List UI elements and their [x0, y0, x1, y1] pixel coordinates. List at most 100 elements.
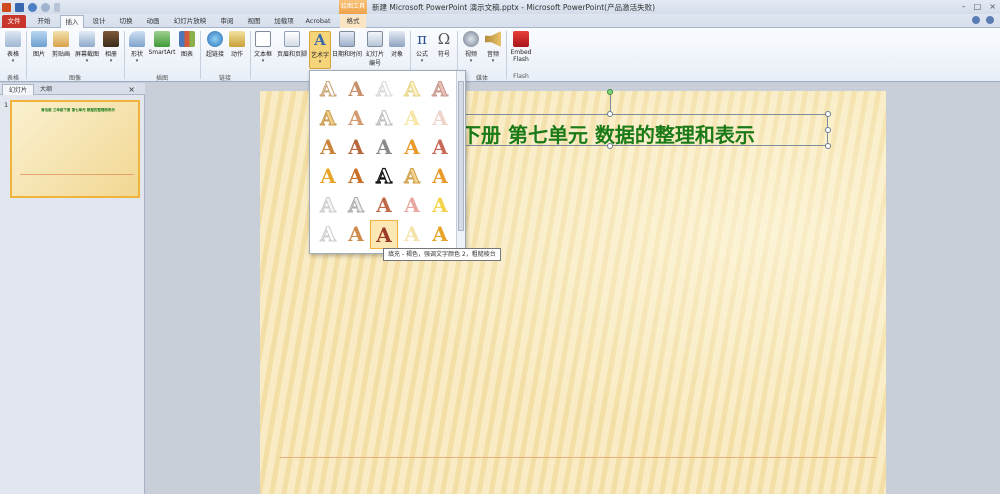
wordart-style-option[interactable]: A	[370, 162, 398, 191]
wordart-style-option[interactable]: A	[426, 220, 454, 249]
table-button[interactable]: 表格 ▾	[4, 31, 22, 64]
slides-panel: 幻灯片 大纲 × 1 青岛版 三年级下册 第七单元 数据的整理和表示	[0, 83, 145, 494]
wordart-style-option[interactable]: A	[370, 75, 398, 104]
slide-thumbnail[interactable]: 青岛版 三年级下册 第七单元 数据的整理和表示	[10, 100, 140, 198]
resize-handle[interactable]	[825, 111, 831, 117]
maximize-icon[interactable]: □	[974, 2, 982, 11]
close-panel-icon[interactable]: ×	[122, 84, 141, 95]
video-button[interactable]: 视频 ▾	[462, 31, 480, 64]
wordart-button[interactable]: A 艺术字 ▾	[309, 31, 331, 69]
embed-flash-button[interactable]: Embed Flash	[508, 31, 534, 63]
wordart-style-option[interactable]: A	[314, 133, 342, 162]
chart-button[interactable]: 图表	[178, 31, 196, 58]
wordart-style-option[interactable]: A	[370, 133, 398, 162]
tab-home[interactable]: 开始	[32, 15, 56, 28]
header-footer-icon	[284, 31, 300, 47]
wordart-style-option[interactable]: A	[314, 75, 342, 104]
tab-slides[interactable]: 幻灯片	[2, 84, 35, 95]
audio-button[interactable]: 音频 ▾	[484, 31, 502, 64]
tab-animations[interactable]: 动画	[142, 15, 164, 28]
wordart-style-option-selected[interactable]: A	[370, 220, 398, 249]
wordart-style-option[interactable]: A	[314, 104, 342, 133]
ribbon-right-controls	[972, 16, 994, 24]
wordart-style-option[interactable]: A	[314, 191, 342, 220]
album-button[interactable]: 相册 ▾	[102, 31, 120, 64]
smartart-button[interactable]: SmartArt	[148, 31, 176, 56]
textbox-icon	[255, 31, 271, 47]
wordart-style-option[interactable]: A	[426, 104, 454, 133]
tab-design[interactable]: 设计	[88, 15, 110, 28]
slide-number-button[interactable]: 幻灯片 编号	[364, 31, 386, 67]
undo-icon[interactable]	[28, 2, 37, 12]
wordart-style-option[interactable]: A	[398, 104, 426, 133]
drawing-tools-context-label: 绘图工具	[339, 0, 367, 14]
wordart-style-option[interactable]: A	[342, 104, 370, 133]
pi-icon: π	[417, 30, 427, 48]
group-label-images: 图像	[68, 75, 81, 82]
powerpoint-icon[interactable]	[2, 2, 11, 12]
wordart-style-option[interactable]: A	[398, 220, 426, 249]
tab-slideshow[interactable]: 幻灯片放映	[170, 15, 210, 28]
object-icon	[389, 31, 405, 47]
resize-handle[interactable]	[825, 127, 831, 133]
header-footer-button[interactable]: 页眉和页脚	[276, 31, 308, 58]
save-icon[interactable]	[15, 2, 24, 12]
wordart-style-option[interactable]: A	[398, 162, 426, 191]
wordart-style-option[interactable]: A	[426, 75, 454, 104]
symbol-button[interactable]: Ω 符号	[435, 31, 453, 58]
help-icon[interactable]	[986, 16, 994, 24]
tab-transitions[interactable]: 切换	[115, 15, 137, 28]
wordart-style-option[interactable]: A	[398, 191, 426, 220]
wordart-style-option[interactable]: A	[426, 133, 454, 162]
wordart-style-option[interactable]: A	[342, 133, 370, 162]
ribbon: 表格 ▾ 图片 剪贴画 屏幕截图 ▾ 相册 ▾ 形状 ▾ SmartArt 图表 超链接…	[0, 28, 1000, 82]
rotation-handle[interactable]	[607, 89, 613, 95]
tab-addins[interactable]: 加载项	[270, 15, 298, 28]
wordart-style-option[interactable]: A	[398, 75, 426, 104]
textbox-button[interactable]: 文本框 ▾	[252, 31, 274, 64]
datetime-button[interactable]: 日期和时间	[332, 31, 362, 58]
customize-qat-icon[interactable]	[54, 2, 60, 12]
close-icon[interactable]: ×	[989, 2, 996, 11]
wordart-style-option[interactable]: A	[370, 104, 398, 133]
window-title: 新建 Microsoft PowerPoint 演示文稿.pptx - Micr…	[372, 3, 656, 12]
screenshot-icon	[79, 31, 95, 47]
wordart-style-option[interactable]: A	[398, 133, 426, 162]
equation-button[interactable]: π 公式 ▾	[413, 31, 431, 64]
resize-handle[interactable]	[607, 111, 613, 117]
shapes-button[interactable]: 形状 ▾	[128, 31, 146, 64]
gallery-scrollbar[interactable]	[456, 71, 465, 253]
action-button[interactable]: 动作	[228, 31, 246, 58]
wordart-style-option[interactable]: A	[314, 162, 342, 191]
group-label-flash: Flash	[513, 73, 529, 80]
wordart-style-option[interactable]: A	[426, 191, 454, 220]
clipart-button[interactable]: 剪贴画	[50, 31, 72, 58]
wordart-style-option[interactable]: A	[342, 191, 370, 220]
picture-button[interactable]: 图片	[30, 31, 48, 58]
wordart-style-option[interactable]: A	[342, 220, 370, 249]
wordart-style-option[interactable]: A	[426, 162, 454, 191]
minimize-icon[interactable]: –	[962, 2, 966, 11]
minimize-ribbon-icon[interactable]	[972, 16, 980, 24]
group-label-media: 媒体	[475, 75, 488, 82]
redo-icon[interactable]	[41, 2, 50, 12]
tab-acrobat[interactable]: Acrobat	[303, 15, 333, 28]
tab-outline[interactable]: 大纲	[34, 84, 58, 95]
screenshot-button[interactable]: 屏幕截图 ▾	[74, 31, 100, 64]
window-controls: – □ ×	[962, 2, 996, 11]
wordart-style-option[interactable]: A	[314, 220, 342, 249]
scrollbar-thumb[interactable]	[458, 81, 464, 231]
wordart-style-option[interactable]: A	[342, 162, 370, 191]
wordart-style-option[interactable]: A	[370, 191, 398, 220]
wordart-style-option[interactable]: A	[342, 75, 370, 104]
tab-review[interactable]: 审阅	[216, 15, 238, 28]
resize-handle[interactable]	[825, 143, 831, 149]
thumbnail-title: 青岛版 三年级下册 第七单元 数据的整理和表示	[41, 108, 115, 112]
hyperlink-button[interactable]: 超链接	[204, 31, 226, 58]
tab-view[interactable]: 视图	[243, 15, 265, 28]
object-button[interactable]: 对象	[388, 31, 406, 58]
tab-insert[interactable]: 插入	[60, 15, 84, 28]
picture-icon	[31, 31, 47, 47]
tab-format[interactable]: 格式	[340, 15, 366, 28]
tab-file[interactable]: 文件	[2, 15, 26, 28]
